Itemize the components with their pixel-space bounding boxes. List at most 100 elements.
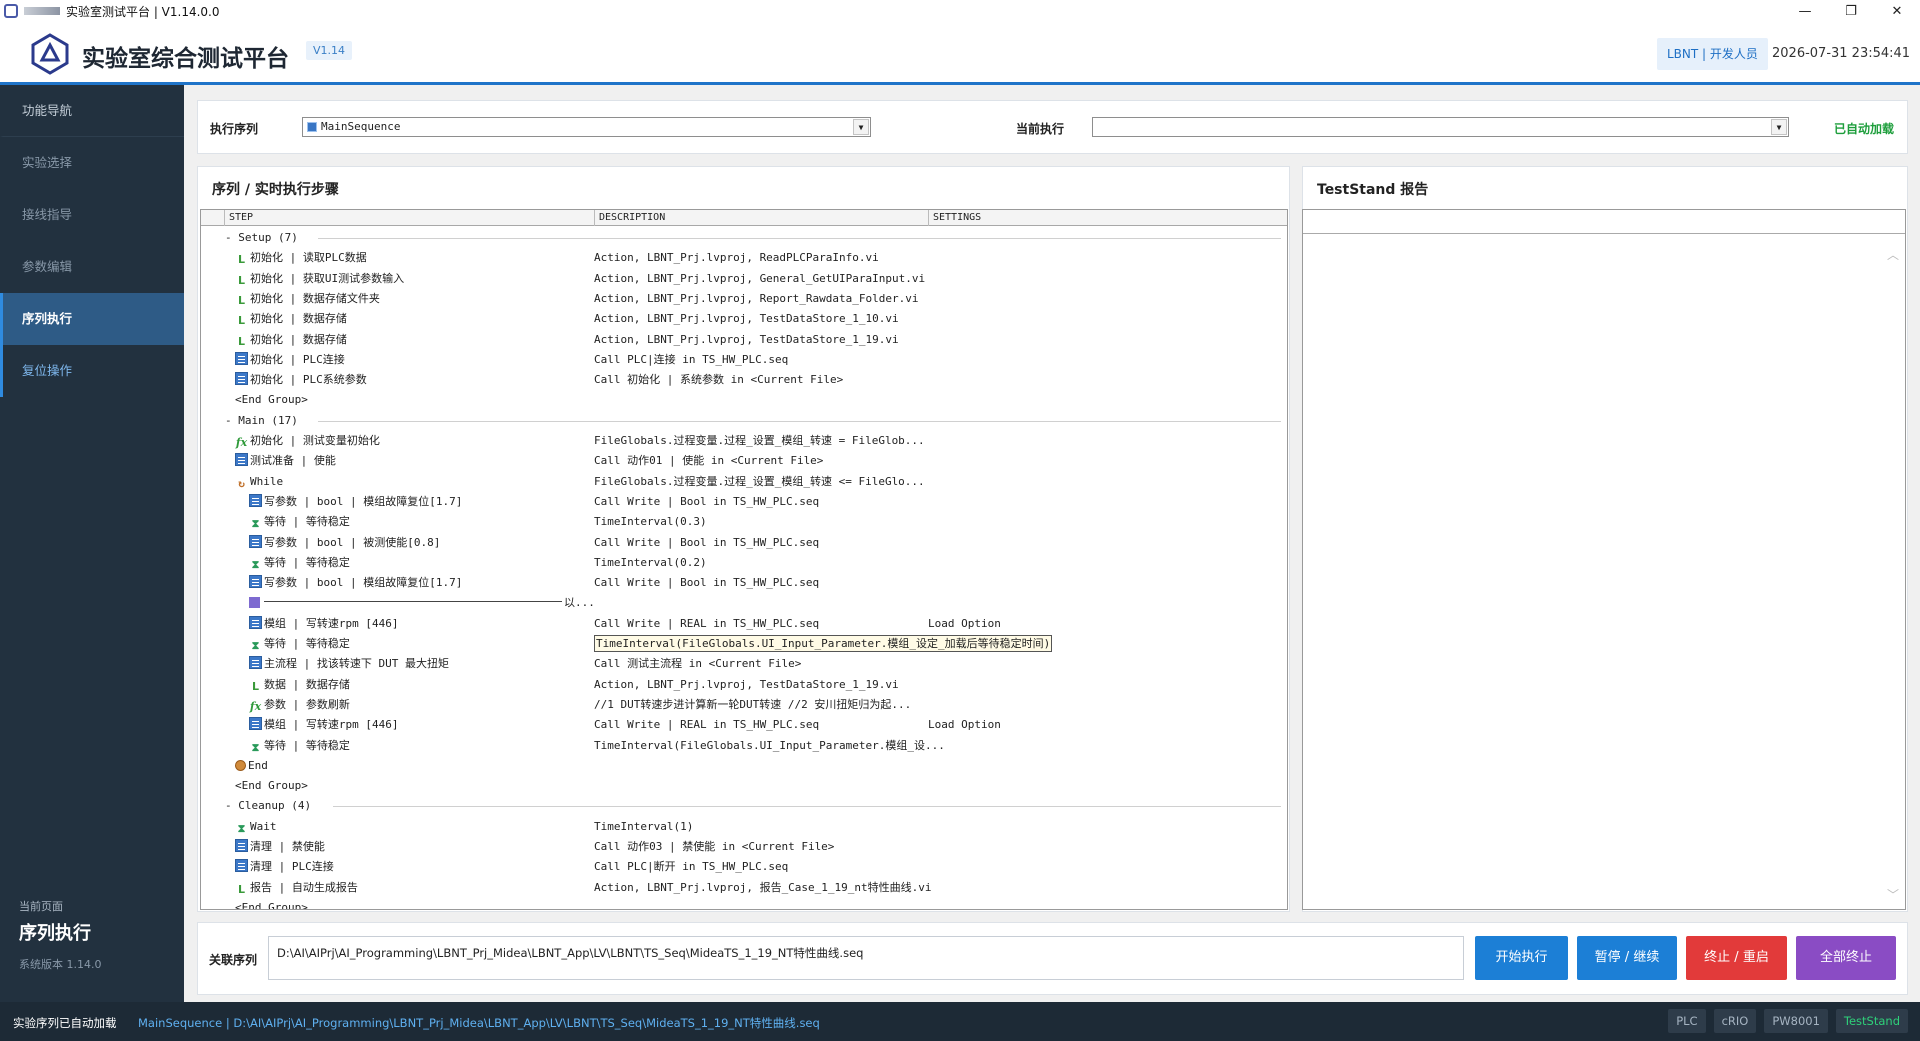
action-icon: L [237, 253, 245, 267]
step-row[interactable]: ⧗ Wait TimeInterval(1) [201, 817, 1287, 837]
step-row[interactable]: 初始化 | PLC系统参数 Call 初始化 | 系统参数 in <Current… [201, 370, 1287, 390]
step-name-cell: ⧗ 等待 | 等待稳定 [249, 736, 350, 756]
col-step-header[interactable]: STEP [224, 210, 594, 226]
bottom-bar: 关联序列 D:\AI\AIPrj\AI_Programming\LBNT_Prj… [197, 922, 1908, 995]
step-name-cell: ⧗ 等待 | 等待稳定 [249, 512, 350, 532]
sidebar: 功能导航 实验选择 接线指导 参数编辑 序列执行 复位操作 当前页面 序列执行 … [0, 85, 184, 1002]
step-description-cell: Call 动作01 | 使能 in <Current File> [594, 451, 823, 471]
steps-grid[interactable]: STEP DESCRIPTION SETTINGS - Setup (7) L 初始… [200, 209, 1288, 910]
pause-resume-button[interactable]: 暂停 / 继续 [1577, 936, 1677, 980]
step-row[interactable]: L 初始化 | 数据存储 Action, LBNT_Prj.lvproj, Test… [201, 309, 1287, 329]
step-row[interactable]: 清理 | 禁使能 Call 动作03 | 禁使能 in <Current File… [201, 837, 1287, 857]
step-description-cell: TimeInterval(FileGlobals.UI_Input_Parame… [594, 634, 1053, 654]
report-viewer[interactable]: ︿ ﹀ [1302, 209, 1906, 910]
sidebar-item-reset[interactable]: 复位操作 [0, 345, 184, 397]
step-name-cell: 模组 | 写转速rpm [446] [249, 614, 398, 634]
step-name-cell: - Cleanup (4) [225, 796, 311, 816]
action-icon: L [237, 334, 245, 348]
step-description: Action, LBNT_Prj.lvproj, TestDataStore_1… [594, 677, 899, 691]
group-divider [317, 238, 1281, 239]
user-badge[interactable]: LBNT | 开发人员 [1657, 38, 1768, 70]
step-description: TimeInterval(FileGlobals.UI_Input_Parame… [594, 635, 1053, 652]
minimize-button[interactable]: — [1782, 0, 1828, 22]
step-row[interactable]: 写参数 | bool | 模组故障复位[1.7] Call Write | Boo… [201, 492, 1287, 512]
system-version: 系统版本 1.14.0 [19, 958, 102, 971]
step-row[interactable]: ⧗ 等待 | 等待稳定 TimeInterval(FileGlobals.UI_In… [201, 634, 1287, 654]
step-description-cell: Action, LBNT_Prj.lvproj, ReadPLCParaInfo… [594, 248, 879, 268]
sidebar-item-sequence-exec[interactable]: 序列执行 [0, 293, 184, 345]
step-description: Call 测试主流程 in <Current File> [594, 657, 802, 671]
step-row[interactable]: End [201, 756, 1287, 776]
sequence-call-icon [249, 717, 262, 731]
step-row[interactable]: 以... [201, 593, 1287, 613]
step-row[interactable]: <End Group> [201, 898, 1287, 909]
step-name: - Setup (7) [225, 231, 298, 244]
label-icon [249, 597, 260, 609]
step-name: 初始化 | 读取PLC数据 [250, 251, 367, 265]
step-group-row[interactable]: - Setup (7) [201, 228, 1287, 248]
step-name: 主流程 | 找该转速下 DUT 最大扭矩 [264, 657, 449, 671]
step-row[interactable]: 写参数 | bool | 被测使能[0.8] Call Write | Bool … [201, 533, 1287, 553]
step-description: Call Write | Bool in TS_HW_PLC.seq [594, 576, 820, 590]
scroll-down-icon[interactable]: ﹀ [1887, 886, 1899, 903]
sidebar-item-experiment-select[interactable]: 实验选择 [0, 137, 184, 189]
step-name: 初始化 | PLC系统参数 [250, 373, 367, 387]
step-row[interactable]: 模组 | 写转速rpm [446] Call Write | REAL in TS… [201, 614, 1287, 634]
exec-seq-select[interactable]: MainSequence ▼ [302, 117, 871, 137]
step-row[interactable]: ⧗ 等待 | 等待稳定 TimeInterval(0.3) [201, 512, 1287, 532]
step-name: End [248, 758, 268, 772]
step-row[interactable]: L 报告 | 自动生成报告 Action, LBNT_Prj.lvproj, 报告_… [201, 878, 1287, 898]
step-name-cell: - Setup (7) [225, 228, 298, 248]
step-row[interactable]: fx 参数 | 参数刷新 //1 DUT转速步进计算新一轮DUT转速 //2 安川扭… [201, 695, 1287, 715]
step-row[interactable]: 清理 | PLC连接 Call PLC|断开 in TS_HW_PLC.seq [201, 857, 1287, 877]
step-row[interactable]: ⧗ 等待 | 等待稳定 TimeInterval(0.2) [201, 553, 1287, 573]
col-settings-header[interactable]: SETTINGS [928, 210, 1287, 226]
step-row[interactable]: L 初始化 | 数据存储 Action, LBNT_Prj.lvproj, Test… [201, 330, 1287, 350]
step-name: <End Group> [235, 779, 308, 793]
step-group-row[interactable]: - Cleanup (4) [201, 796, 1287, 816]
action-icon: L [251, 679, 259, 693]
chevron-down-icon[interactable]: ▼ [1771, 119, 1787, 135]
sequence-call-icon [235, 859, 248, 873]
scroll-up-icon[interactable]: ︿ [1887, 246, 1899, 263]
step-row[interactable]: L 初始化 | 获取UI测试参数输入 Action, LBNT_Prj.lvproj… [201, 269, 1287, 289]
step-group-row[interactable]: - Main (17) [201, 411, 1287, 431]
step-row[interactable]: 主流程 | 找该转速下 DUT 最大扭矩 Call 测试主流程 in <Curre… [201, 654, 1287, 674]
step-row[interactable]: L 初始化 | 数据存储文件夹 Action, LBNT_Prj.lvproj, R… [201, 289, 1287, 309]
stop-restart-button[interactable]: 终止 / 重启 [1686, 936, 1787, 980]
group-divider [317, 420, 1281, 422]
start-button[interactable]: 开始执行 [1475, 936, 1568, 980]
status-tag-pw8001: PW8001 [1764, 1009, 1828, 1033]
step-description: Call Write | REAL in TS_HW_PLC.seq [594, 718, 820, 732]
step-row[interactable]: 初始化 | PLC连接 Call PLC|连接 in TS_HW_PLC.seq [201, 350, 1287, 370]
close-button[interactable]: ✕ [1874, 0, 1920, 22]
chevron-down-icon[interactable]: ▼ [853, 119, 869, 135]
current-exec-select[interactable]: ▼ [1092, 117, 1789, 137]
terminate-all-button[interactable]: 全部终止 [1796, 936, 1896, 980]
current-page-label: 当前页面 [19, 900, 63, 913]
status-bar: 实验序列已自动加载 MainSequence | D:\AI\AIPrj\AI_… [0, 1002, 1920, 1041]
step-row[interactable]: ↻ While FileGlobals.过程变量.过程_设置_模组_转速 <= Fi… [201, 472, 1287, 492]
step-row[interactable]: 模组 | 写转速rpm [446] Call Write | REAL in TS… [201, 715, 1287, 735]
step-row[interactable]: L 初始化 | 读取PLC数据 Action, LBNT_Prj.lvproj, R… [201, 248, 1287, 268]
linked-seq-label: 关联序列 [209, 953, 258, 967]
version-badge: V1.14 [306, 41, 353, 60]
step-name: 初始化 | 测试变量初始化 [250, 434, 380, 447]
maximize-button[interactable]: ❐ [1828, 0, 1874, 22]
linked-seq-path-field[interactable]: D:\AI\AIPrj\AI_Programming\LBNT_Prj_Mide… [268, 936, 1464, 980]
step-row[interactable]: ⧗ 等待 | 等待稳定 TimeInterval(FileGlobals.UI_In… [201, 736, 1287, 756]
step-description: TimeInterval(0.3) [594, 515, 707, 529]
step-row[interactable]: 写参数 | bool | 模组故障复位[1.7] Call Write | Boo… [201, 573, 1287, 593]
step-description-cell: Action, LBNT_Prj.lvproj, General_GetUIPa… [594, 269, 925, 289]
sidebar-item-wiring-guide[interactable]: 接线指导 [0, 189, 184, 241]
step-row[interactable]: 测试准备 | 使能 Call 动作01 | 使能 in <Current File… [201, 451, 1287, 471]
col-description-header[interactable]: DESCRIPTION [594, 210, 928, 226]
sidebar-item-param-edit[interactable]: 参数编辑 [0, 241, 184, 293]
step-row[interactable]: fx 初始化 | 测试变量初始化 FileGlobals.过程变量.过程_设置_模组… [201, 431, 1287, 451]
window-title: 实验室测试平台 | V1.14.0.0 [66, 4, 220, 19]
step-name: 测试准备 | 使能 [250, 454, 336, 468]
step-row[interactable]: L 数据 | 数据存储 Action, LBNT_Prj.lvproj, TestD… [201, 675, 1287, 695]
step-row[interactable]: <End Group> [201, 390, 1287, 410]
step-description-cell: TimeInterval(1) [594, 817, 693, 837]
step-row[interactable]: <End Group> [201, 776, 1287, 796]
